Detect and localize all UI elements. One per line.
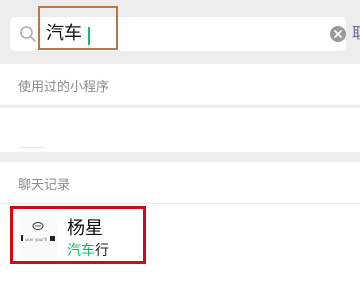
search-bar: 汽车 取 bbox=[0, 0, 360, 64]
annotation-box-search bbox=[38, 6, 118, 50]
section-header-mini-programs: 使用过的小程序 bbox=[0, 64, 360, 106]
section-gap bbox=[0, 152, 360, 162]
section-header-chat-history: 聊天记录 bbox=[0, 162, 360, 204]
section-title-chat-history: 聊天记录 bbox=[18, 178, 71, 193]
section-title-mini-programs: 使用过的小程序 bbox=[18, 80, 110, 95]
clear-icon[interactable] bbox=[329, 25, 347, 43]
annotation-box-result bbox=[10, 206, 146, 264]
list-filler bbox=[0, 268, 360, 290]
mini-program-list bbox=[0, 108, 360, 152]
cancel-button[interactable]: 取 bbox=[352, 22, 360, 43]
divider bbox=[20, 147, 44, 148]
search-icon bbox=[19, 25, 37, 43]
